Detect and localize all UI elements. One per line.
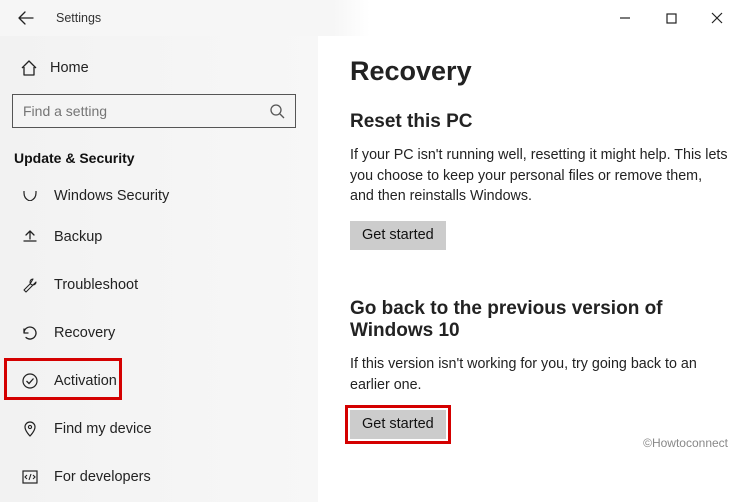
sidebar-item-backup[interactable]: Backup xyxy=(10,214,306,260)
sidebar-item-label: Activation xyxy=(54,373,117,389)
maximize-button[interactable] xyxy=(648,0,694,36)
reset-get-started-button[interactable]: Get started xyxy=(350,221,446,250)
sidebar-item-label: Find my device xyxy=(54,421,152,437)
window-title: Settings xyxy=(56,11,101,25)
back-icon[interactable] xyxy=(18,10,34,26)
section-label: Update & Security xyxy=(10,144,306,180)
reset-heading: Reset this PC xyxy=(350,111,728,133)
recovery-icon xyxy=(20,324,40,342)
sidebar-item-recovery[interactable]: Recovery xyxy=(10,310,306,356)
page-title: Recovery xyxy=(350,56,728,87)
reset-body: If your PC isn't running well, resetting… xyxy=(350,145,728,207)
sidebar-item-label: Troubleshoot xyxy=(54,277,138,293)
sidebar-item-troubleshoot[interactable]: Troubleshoot xyxy=(10,262,306,308)
close-button[interactable] xyxy=(694,0,740,36)
search-field[interactable] xyxy=(23,103,246,119)
search-icon xyxy=(269,103,285,119)
check-circle-icon xyxy=(20,372,40,390)
location-icon xyxy=(20,420,40,438)
sidebar: Home Update & Security Windows Security xyxy=(0,36,318,502)
minimize-button[interactable] xyxy=(602,0,648,36)
sidebar-item-label: Recovery xyxy=(54,325,115,341)
home-label: Home xyxy=(50,60,89,76)
sidebar-item-label: For developers xyxy=(54,469,151,485)
sidebar-item-activation[interactable]: Activation xyxy=(10,358,306,404)
home-button[interactable]: Home xyxy=(10,48,306,88)
search-input[interactable] xyxy=(12,94,296,128)
goback-get-started-button[interactable]: Get started xyxy=(350,410,446,439)
wrench-icon xyxy=(20,276,40,294)
sidebar-item-label: Backup xyxy=(54,229,102,245)
shield-icon xyxy=(20,191,40,201)
home-icon xyxy=(20,59,38,77)
main-panel: Recovery Reset this PC If your PC isn't … xyxy=(318,36,740,502)
sidebar-item-for-developers[interactable]: For developers xyxy=(10,454,306,500)
sidebar-item-windows-security[interactable]: Windows Security xyxy=(10,180,306,212)
goback-body: If this version isn't working for you, t… xyxy=(350,354,728,395)
sidebar-item-find-my-device[interactable]: Find my device xyxy=(10,406,306,452)
backup-icon xyxy=(20,228,40,246)
titlebar: Settings xyxy=(0,0,740,36)
watermark-text: ©Howtoconnect xyxy=(643,436,728,450)
sidebar-item-label: Windows Security xyxy=(54,188,169,204)
goback-heading: Go back to the previous version of Windo… xyxy=(350,298,728,342)
developers-icon xyxy=(20,468,40,486)
